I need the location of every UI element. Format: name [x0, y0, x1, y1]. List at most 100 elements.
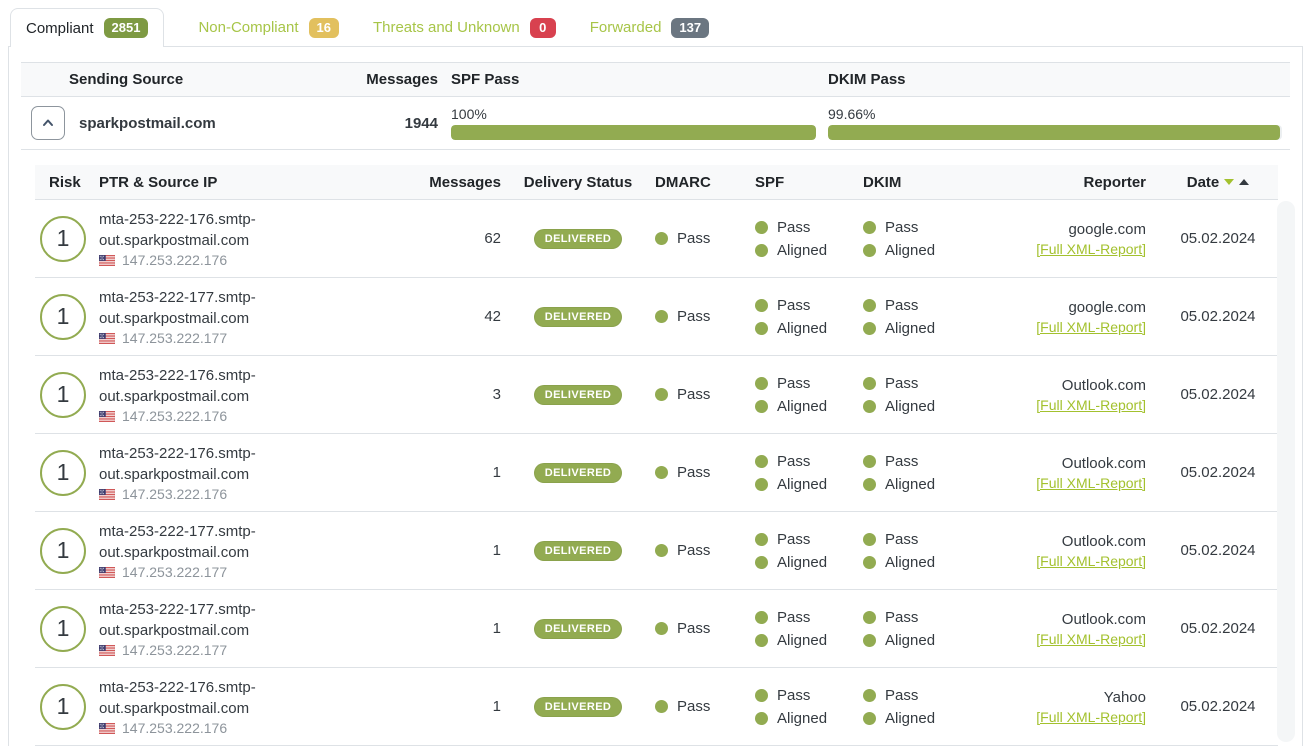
us-flag-icon [99, 333, 115, 344]
spf-result: Pass [777, 219, 810, 236]
source-domain: sparkpostmail.com [79, 115, 216, 132]
full-xml-report-link[interactable]: [Full XML-Report] [1036, 631, 1146, 647]
dkim-result: Pass [885, 531, 918, 548]
col-date-sort[interactable]: Date [1158, 174, 1278, 191]
aligned-dot-icon [755, 478, 768, 491]
source-ip: 147.253.222.177 [122, 564, 227, 580]
col-reporter: Reporter [990, 174, 1146, 191]
risk-score: 1 [40, 294, 86, 340]
ptr-hostname: mta-253-222-176.smtp- [99, 677, 256, 698]
tab-label: Forwarded [590, 19, 662, 36]
spf-alignment: Aligned [777, 632, 827, 649]
messages-count: 1 [371, 542, 501, 559]
ptr-hostname: out.sparkpostmail.com [99, 386, 249, 407]
ptr-hostname: out.sparkpostmail.com [99, 542, 249, 563]
chevron-up-icon [40, 115, 56, 131]
messages-count: 42 [371, 308, 501, 325]
tab-count-badge: 2851 [104, 18, 149, 38]
dkim-alignment: Aligned [885, 476, 935, 493]
aligned-dot-icon [755, 400, 768, 413]
source-ip: 147.253.222.176 [122, 720, 227, 736]
source-ip: 147.253.222.177 [122, 330, 227, 346]
sort-ascending-icon[interactable] [1239, 179, 1249, 185]
col-messages: Messages [371, 174, 501, 191]
dkim-alignment: Aligned [885, 632, 935, 649]
ptr-hostname: out.sparkpostmail.com [99, 308, 249, 329]
report-date: 05.02.2024 [1158, 620, 1278, 637]
full-xml-report-link[interactable]: [Full XML-Report] [1036, 553, 1146, 569]
sending-source-row: sparkpostmail.com 1944 100% 99.66% [21, 97, 1290, 150]
full-xml-report-link[interactable]: [Full XML-Report] [1036, 397, 1146, 413]
col-dkim: DKIM [863, 174, 978, 191]
report-date: 05.02.2024 [1158, 308, 1278, 325]
full-xml-report-link[interactable]: [Full XML-Report] [1036, 319, 1146, 335]
aligned-dot-icon [755, 556, 768, 569]
reporter-domain: Outlook.com [1062, 533, 1146, 550]
dkim-alignment: Aligned [885, 398, 935, 415]
pass-dot-icon [863, 611, 876, 624]
source-ip: 147.253.222.176 [122, 252, 227, 268]
dkim-result: Pass [885, 219, 918, 236]
tab-threats-and-unknown[interactable]: Threats and Unknown 0 [373, 18, 556, 38]
spf-alignment: Aligned [777, 710, 827, 727]
spf-alignment: Aligned [777, 398, 827, 415]
pass-dot-icon [755, 455, 768, 468]
reporter-domain: google.com [1068, 299, 1146, 316]
spf-result: Pass [777, 453, 810, 470]
risk-score: 1 [40, 450, 86, 496]
tab-label: Non-Compliant [198, 19, 298, 36]
report-date: 05.02.2024 [1158, 542, 1278, 559]
tab-label: Threats and Unknown [373, 19, 520, 36]
table-row: 1 mta-253-222-177.smtp- out.sparkpostmai… [35, 512, 1278, 590]
aligned-dot-icon [863, 244, 876, 257]
pass-dot-icon [863, 377, 876, 390]
report-date: 05.02.2024 [1158, 386, 1278, 403]
delivery-status-badge: DELIVERED [534, 463, 623, 483]
pass-dot-icon [755, 377, 768, 390]
col-delivery-status: Delivery Status [513, 174, 643, 191]
spf-result: Pass [777, 609, 810, 626]
pass-dot-icon [755, 689, 768, 702]
sending-source-header: Sending Source Messages SPF Pass DKIM Pa… [21, 62, 1290, 97]
pass-dot-icon [863, 455, 876, 468]
dmarc-result: Pass [677, 698, 710, 715]
dmarc-result: Pass [677, 542, 710, 559]
aligned-dot-icon [755, 712, 768, 725]
vertical-scrollbar[interactable] [1277, 201, 1295, 742]
full-xml-report-link[interactable]: [Full XML-Report] [1036, 709, 1146, 725]
dkim-pass-bar [828, 125, 1282, 140]
collapse-source-button[interactable] [31, 106, 65, 140]
tab-non-compliant[interactable]: Non-Compliant 16 [198, 18, 339, 38]
full-xml-report-link[interactable]: [Full XML-Report] [1036, 475, 1146, 491]
pass-dot-icon [655, 310, 668, 323]
spf-result: Pass [777, 375, 810, 392]
spf-alignment: Aligned [777, 320, 827, 337]
source-ip: 147.253.222.176 [122, 408, 227, 424]
source-message-count: 1944 [321, 115, 438, 132]
reporter-domain: Yahoo [1104, 689, 1146, 706]
spf-result: Pass [777, 531, 810, 548]
messages-count: 3 [371, 386, 501, 403]
delivery-status-badge: DELIVERED [534, 229, 623, 249]
col-dkim-pass: DKIM Pass [816, 71, 1282, 88]
ptr-hostname: out.sparkpostmail.com [99, 230, 249, 251]
sort-descending-icon[interactable] [1224, 179, 1234, 185]
us-flag-icon [99, 645, 115, 656]
dkim-result: Pass [885, 687, 918, 704]
messages-count: 1 [371, 620, 501, 637]
detail-table-header: Risk PTR & Source IP Messages Delivery S… [35, 165, 1278, 200]
pass-dot-icon [655, 232, 668, 245]
full-xml-report-link[interactable]: [Full XML-Report] [1036, 241, 1146, 257]
dmarc-result: Pass [677, 464, 710, 481]
dkim-result: Pass [885, 609, 918, 626]
col-spf: SPF [755, 174, 851, 191]
tab-forwarded[interactable]: Forwarded 137 [590, 18, 709, 38]
ptr-hostname: mta-253-222-177.smtp- [99, 287, 256, 308]
messages-count: 62 [371, 230, 501, 247]
delivery-status-badge: DELIVERED [534, 697, 623, 717]
pass-dot-icon [755, 611, 768, 624]
tab-count-badge: 0 [530, 18, 556, 38]
report-tabs: Compliant 2851 Non-Compliant 16 Threats … [10, 8, 1301, 47]
ptr-hostname: mta-253-222-176.smtp- [99, 443, 256, 464]
tab-compliant[interactable]: Compliant 2851 [10, 8, 164, 47]
